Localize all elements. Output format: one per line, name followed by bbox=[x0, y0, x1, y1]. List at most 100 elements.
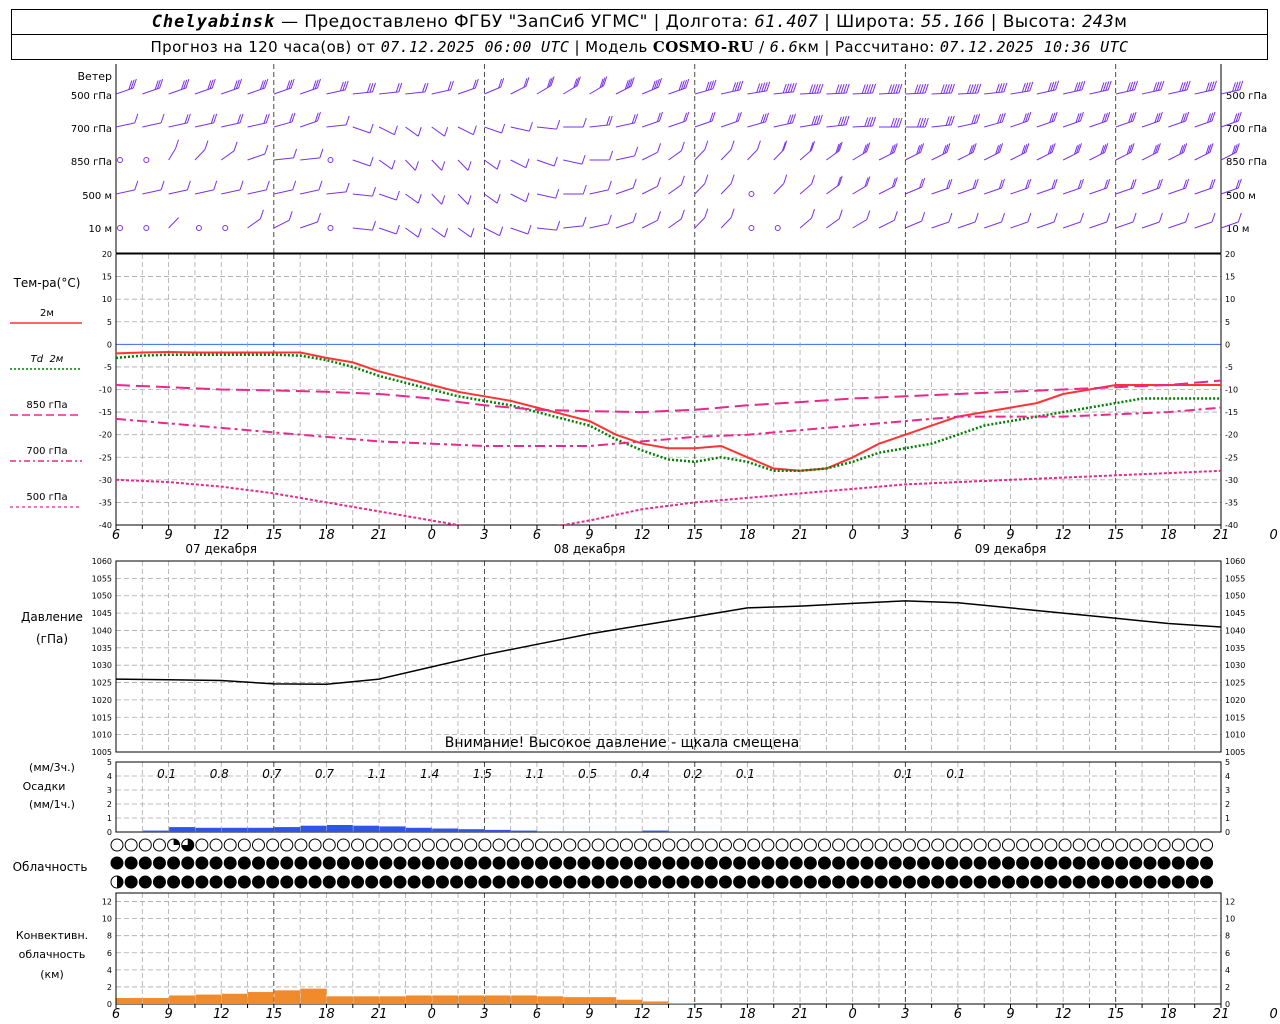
conv-tick-label-right: 4 bbox=[1225, 966, 1230, 975]
cloud-cover-symbol bbox=[775, 856, 789, 870]
wind-barb bbox=[1036, 187, 1055, 195]
cloud-cover-symbol bbox=[308, 875, 322, 889]
cloud-cover-symbol bbox=[379, 856, 393, 870]
calm-marker bbox=[117, 225, 123, 231]
cloud-cover-fill bbox=[173, 839, 180, 845]
conv-cloud-bar bbox=[300, 988, 327, 1004]
wind-barb bbox=[1063, 89, 1083, 95]
wind-barb bbox=[694, 217, 706, 229]
wind-barb bbox=[405, 193, 419, 204]
cloud-cover-symbol bbox=[124, 838, 138, 852]
wind-barb bbox=[826, 150, 840, 161]
cloud-cover-symbol bbox=[846, 856, 860, 870]
wind-barb bbox=[194, 149, 206, 161]
hour-label-bottom: 21 bbox=[792, 1007, 809, 1022]
wind-barb bbox=[1089, 120, 1107, 128]
wind-barb-feather bbox=[288, 211, 293, 221]
wind-barb bbox=[905, 151, 921, 161]
cloud-cover-symbol bbox=[761, 856, 775, 870]
wind-barb bbox=[694, 88, 714, 95]
pressure-tick-label: 1040 bbox=[92, 626, 112, 635]
cloud-title: Облачность bbox=[13, 860, 88, 874]
calm-marker bbox=[327, 157, 334, 163]
cloud-cover-symbol bbox=[1171, 875, 1185, 889]
wind-barb-feather bbox=[525, 192, 530, 202]
wind-barb bbox=[1141, 120, 1160, 128]
chart-plot-area: -40 -40-35 -35-30 -30-25 -25-20 -20-15 -15-10-… bbox=[92, 64, 1278, 1022]
wind-barb bbox=[931, 124, 952, 128]
cloud-cover-symbol bbox=[959, 856, 973, 870]
wind-barb bbox=[379, 91, 399, 95]
wind-barb bbox=[957, 122, 977, 128]
wind-barb bbox=[1036, 151, 1053, 161]
temp-tick-label-right: 0 bbox=[1225, 340, 1230, 349]
cloud-cover-symbol bbox=[252, 838, 265, 852]
hour-label-bottom: 12 bbox=[634, 1007, 651, 1022]
wind-barb bbox=[484, 86, 501, 95]
wind-barb-feather bbox=[866, 210, 871, 220]
wind-barb bbox=[352, 159, 371, 167]
cloud-cover-symbol bbox=[718, 875, 732, 889]
wind-barb-feather bbox=[634, 146, 639, 157]
cloud-cover-symbol bbox=[818, 856, 831, 870]
conv-cloud-bar bbox=[669, 1003, 695, 1004]
cloud-cover-symbol bbox=[450, 838, 464, 852]
wind-barb-feather bbox=[657, 211, 661, 221]
wind-barb-feather bbox=[264, 144, 269, 155]
cloud-cover-symbol bbox=[237, 838, 251, 852]
cloud-cover-symbol bbox=[181, 875, 195, 889]
hour-label-bottom: 18 bbox=[1160, 1007, 1177, 1022]
hour-label: 3 bbox=[480, 528, 488, 543]
cloud-cover-symbol bbox=[902, 838, 916, 852]
cloud-cover-symbol bbox=[1044, 875, 1058, 889]
conv-cloud-bar bbox=[116, 998, 143, 1004]
precip-bar bbox=[248, 827, 274, 832]
wind-barb bbox=[431, 89, 451, 95]
wind-barb bbox=[721, 89, 741, 95]
cloud-cover-symbol bbox=[860, 856, 874, 870]
temp-tick-label: -20 bbox=[99, 431, 112, 440]
day-label: 07 декабря bbox=[185, 542, 257, 556]
temperature-title: Тем-ра(°С) bbox=[13, 276, 81, 290]
wind-barb bbox=[799, 217, 812, 229]
cloud-cover-symbol bbox=[959, 838, 973, 852]
precip-total-label: 0.7 bbox=[262, 767, 281, 781]
cloud-cover-symbol bbox=[1143, 838, 1157, 852]
conv-cloud-bar bbox=[353, 996, 380, 1004]
precip-bar bbox=[642, 830, 669, 832]
cloud-cover-symbol bbox=[152, 875, 166, 889]
wind-barb-feather bbox=[160, 113, 165, 124]
hour-label-bottom: 18 bbox=[739, 1007, 756, 1022]
cloud-cover-symbol bbox=[421, 838, 435, 852]
wind-barb-feather bbox=[607, 180, 612, 191]
cloud-cover-symbol bbox=[223, 856, 237, 870]
cloud-cover-symbol bbox=[803, 838, 817, 852]
cloud-cover-symbol bbox=[252, 875, 265, 889]
cloud-cover-symbol bbox=[803, 875, 817, 889]
wind-barb-feather bbox=[680, 175, 685, 185]
cloud-cover-symbol bbox=[563, 856, 577, 870]
cloud-cover-symbol bbox=[676, 856, 690, 870]
wind-level-label-right: 850 гПа bbox=[1226, 157, 1267, 168]
wind-barb bbox=[642, 120, 660, 128]
conv-title-1: Конвективн. bbox=[16, 929, 88, 942]
wind-barb bbox=[905, 220, 922, 229]
wind-barb bbox=[694, 183, 706, 195]
cloud-cover-symbol bbox=[676, 838, 690, 852]
cloud-cover-symbol bbox=[931, 838, 945, 852]
precip-bar bbox=[563, 831, 590, 832]
cloud-cover-symbol bbox=[407, 856, 421, 870]
wind-barb bbox=[247, 87, 266, 95]
wind-level-label-right: 10 м bbox=[1226, 224, 1249, 235]
wind-barb bbox=[484, 227, 500, 237]
wind-barb-feather bbox=[265, 180, 270, 191]
cloud-cover-symbol bbox=[648, 875, 662, 889]
wind-barb bbox=[1062, 120, 1081, 128]
cloud-cover-symbol bbox=[874, 838, 888, 852]
wind-barb bbox=[352, 91, 373, 95]
wind-barb bbox=[457, 126, 474, 136]
cloud-cover-symbol bbox=[846, 838, 860, 852]
wind-barb-feather bbox=[233, 141, 238, 151]
precip-bar bbox=[458, 829, 485, 832]
cloud-cover-symbol bbox=[634, 838, 648, 852]
